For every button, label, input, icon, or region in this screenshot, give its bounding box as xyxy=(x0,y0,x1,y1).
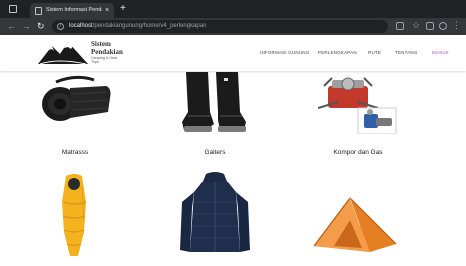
profile-avatar-icon[interactable] xyxy=(439,22,447,30)
mountain-logo-icon[interactable] xyxy=(38,40,88,66)
gaiters-icon xyxy=(182,72,246,132)
camp-stove-icon xyxy=(318,77,397,134)
url-path: /pendakiangunung/home/v4_perlengkapan xyxy=(92,23,207,29)
site-info-icon[interactable]: i xyxy=(57,23,64,30)
product-name[interactable]: Kompor dan Gas xyxy=(298,149,418,157)
product-name[interactable]: Matrasss xyxy=(20,149,130,157)
nav-perlengkapan[interactable]: PERLENGKAPAN xyxy=(318,50,357,56)
product-card-gaiters[interactable]: Gaiters xyxy=(160,72,270,162)
tab-title: Sistem Informasi Pendakian Gu... xyxy=(46,7,102,13)
bookmark-star-icon[interactable]: ☆ xyxy=(412,20,420,31)
browser-toolbar: ← → ↻ i localhost/pendakiangunung/home/v… xyxy=(0,18,466,35)
sleeping-bag-icon xyxy=(62,174,87,256)
nav-masuk[interactable]: MASUK xyxy=(432,50,449,56)
down-jacket-icon xyxy=(180,172,250,252)
product-card-kompor[interactable]: Kompor dan Gas xyxy=(298,72,418,162)
back-button[interactable]: ← xyxy=(7,21,16,32)
address-bar[interactable]: i localhost/pendakiangunung/home/v4_perl… xyxy=(52,20,388,33)
product-name[interactable]: Gaiters xyxy=(160,149,270,157)
product-card-tent[interactable] xyxy=(310,190,400,260)
window-menu-icon[interactable] xyxy=(9,5,17,13)
nav-informasi-gunung[interactable]: INFORMASI GUNUNG xyxy=(260,50,309,56)
zoom-icon[interactable] xyxy=(396,22,404,30)
page-favicon-icon xyxy=(35,7,42,15)
brand-line-1: Sistem xyxy=(91,40,111,48)
brand-name[interactable]: Sistem Pendakian Camping & Gear Trips xyxy=(91,40,123,64)
new-tab-button[interactable]: + xyxy=(120,3,126,15)
browser-menu-icon[interactable]: ⋮ xyxy=(452,20,461,31)
product-card-sleeping-bag[interactable] xyxy=(50,172,100,262)
forward-button[interactable]: → xyxy=(22,21,31,32)
url-host: localhost xyxy=(69,23,93,29)
url-text: localhost/pendakiangunung/home/v4_perlen… xyxy=(69,22,206,31)
nav-tentang[interactable]: TENTANG xyxy=(395,50,418,56)
tent-icon xyxy=(313,197,397,252)
nav-rute[interactable]: RUTE xyxy=(368,50,381,56)
brand-tagline-2: Trips xyxy=(91,60,99,64)
browser-tab[interactable]: Sistem Informasi Pendakian Gu... × xyxy=(30,3,114,18)
site-header: Sistem Pendakian Camping & Gear Trips IN… xyxy=(0,35,466,71)
browser-tab-bar: Sistem Informasi Pendakian Gu... × + xyxy=(0,0,466,18)
product-card-jacket[interactable] xyxy=(170,172,260,262)
reload-button[interactable]: ↻ xyxy=(37,21,45,32)
product-card-matrass[interactable]: Matrasss xyxy=(20,72,130,162)
tab-close-icon[interactable]: × xyxy=(105,6,109,15)
extensions-icon[interactable] xyxy=(426,22,434,30)
brand-line-2: Pendakian xyxy=(91,48,123,56)
sleeping-pad-icon xyxy=(42,75,111,121)
